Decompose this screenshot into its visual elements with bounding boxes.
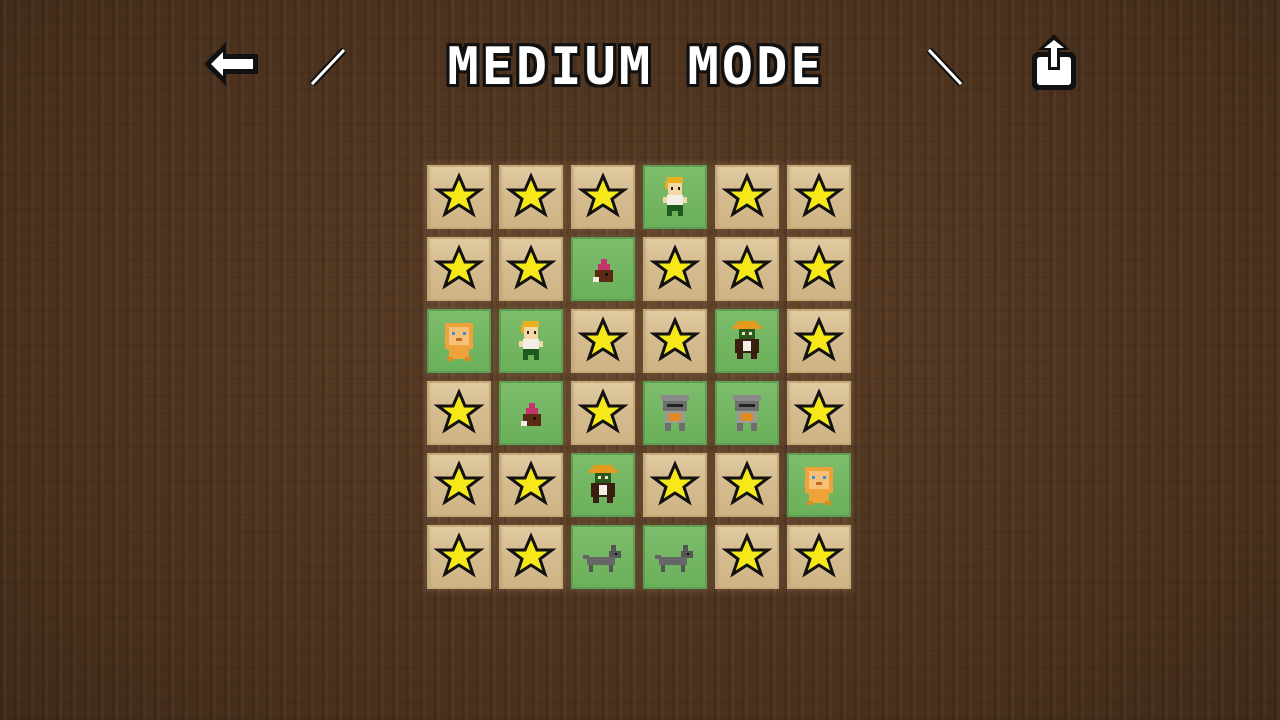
star-icon [793,172,845,218]
star-icon [577,172,629,218]
board-tile-r6-c2[interactable] [499,525,563,589]
board-tile-r4-c4[interactable] [643,381,707,445]
title-left-slash [308,44,348,88]
board-tile-r5-c4[interactable] [643,453,707,517]
board-tile-r6-c1[interactable] [427,525,491,589]
star-icon [649,244,701,290]
board-tile-r1-c3[interactable] [571,165,635,229]
mole-icon [521,403,541,426]
header-bar: MEDIUM MODE [0,0,1280,130]
board-tile-r5-c5[interactable] [715,453,779,517]
board-tile-r5-c2[interactable] [499,453,563,517]
board-tile-r2-c3[interactable] [571,237,635,301]
board-tile-r4-c1[interactable] [427,381,491,445]
star-icon [721,460,773,506]
star-icon [649,316,701,362]
star-icon [649,460,701,506]
star-icon [505,532,557,578]
mole-icon [593,259,613,282]
export-icon [1032,34,1076,90]
game-board [427,165,851,589]
board-tile-r3-c2[interactable] [499,309,563,373]
star-icon [505,244,557,290]
board-tile-r2-c4[interactable] [643,237,707,301]
knight-icon [661,395,689,431]
board-tile-r1-c4[interactable] [643,165,707,229]
star-icon [433,532,485,578]
board-tile-r6-c3[interactable] [571,525,635,589]
star-icon [433,388,485,434]
goblin-icon [589,465,617,503]
boy-icon [663,177,687,216]
star-icon [721,244,773,290]
board-tile-r3-c3[interactable] [571,309,635,373]
board-tile-r1-c2[interactable] [499,165,563,229]
board-tile-r2-c6[interactable] [787,237,851,301]
star-icon [721,172,773,218]
board-tile-r6-c4[interactable] [643,525,707,589]
star-icon [793,316,845,362]
knight-icon [733,395,761,431]
star-icon [505,172,557,218]
board-tile-r3-c1[interactable] [427,309,491,373]
wolf-icon [583,545,621,572]
star-icon [577,316,629,362]
goblin-icon [733,321,761,359]
board-tile-r1-c1[interactable] [427,165,491,229]
lion-icon [805,467,833,505]
star-icon [721,532,773,578]
star-icon [433,460,485,506]
back-button[interactable] [200,36,262,92]
star-icon [793,244,845,290]
wolf-icon [655,545,693,572]
boy-icon [519,321,543,360]
board-tile-r4-c5[interactable] [715,381,779,445]
board-tile-r5-c6[interactable] [787,453,851,517]
star-icon [433,244,485,290]
export-button[interactable] [1026,32,1082,94]
star-icon [505,460,557,506]
board-tile-r1-c5[interactable] [715,165,779,229]
star-icon [793,388,845,434]
star-icon [433,172,485,218]
board-tile-r4-c2[interactable] [499,381,563,445]
board-tile-r1-c6[interactable] [787,165,851,229]
board-tile-r2-c1[interactable] [427,237,491,301]
board-tile-r4-c3[interactable] [571,381,635,445]
board-tile-r2-c5[interactable] [715,237,779,301]
star-icon [793,532,845,578]
left-arrow-icon [204,42,258,86]
board-tile-r3-c6[interactable] [787,309,851,373]
lion-icon [445,323,473,361]
board-tile-r5-c3[interactable] [571,453,635,517]
board-tile-r4-c6[interactable] [787,381,851,445]
title-right-slash [925,44,965,88]
board-tile-r5-c1[interactable] [427,453,491,517]
page-title: MEDIUM MODE [447,37,825,97]
board-tile-r2-c2[interactable] [499,237,563,301]
board-tile-r3-c4[interactable] [643,309,707,373]
board-tile-r6-c6[interactable] [787,525,851,589]
board-tile-r6-c5[interactable] [715,525,779,589]
star-icon [577,388,629,434]
board-tile-r3-c5[interactable] [715,309,779,373]
